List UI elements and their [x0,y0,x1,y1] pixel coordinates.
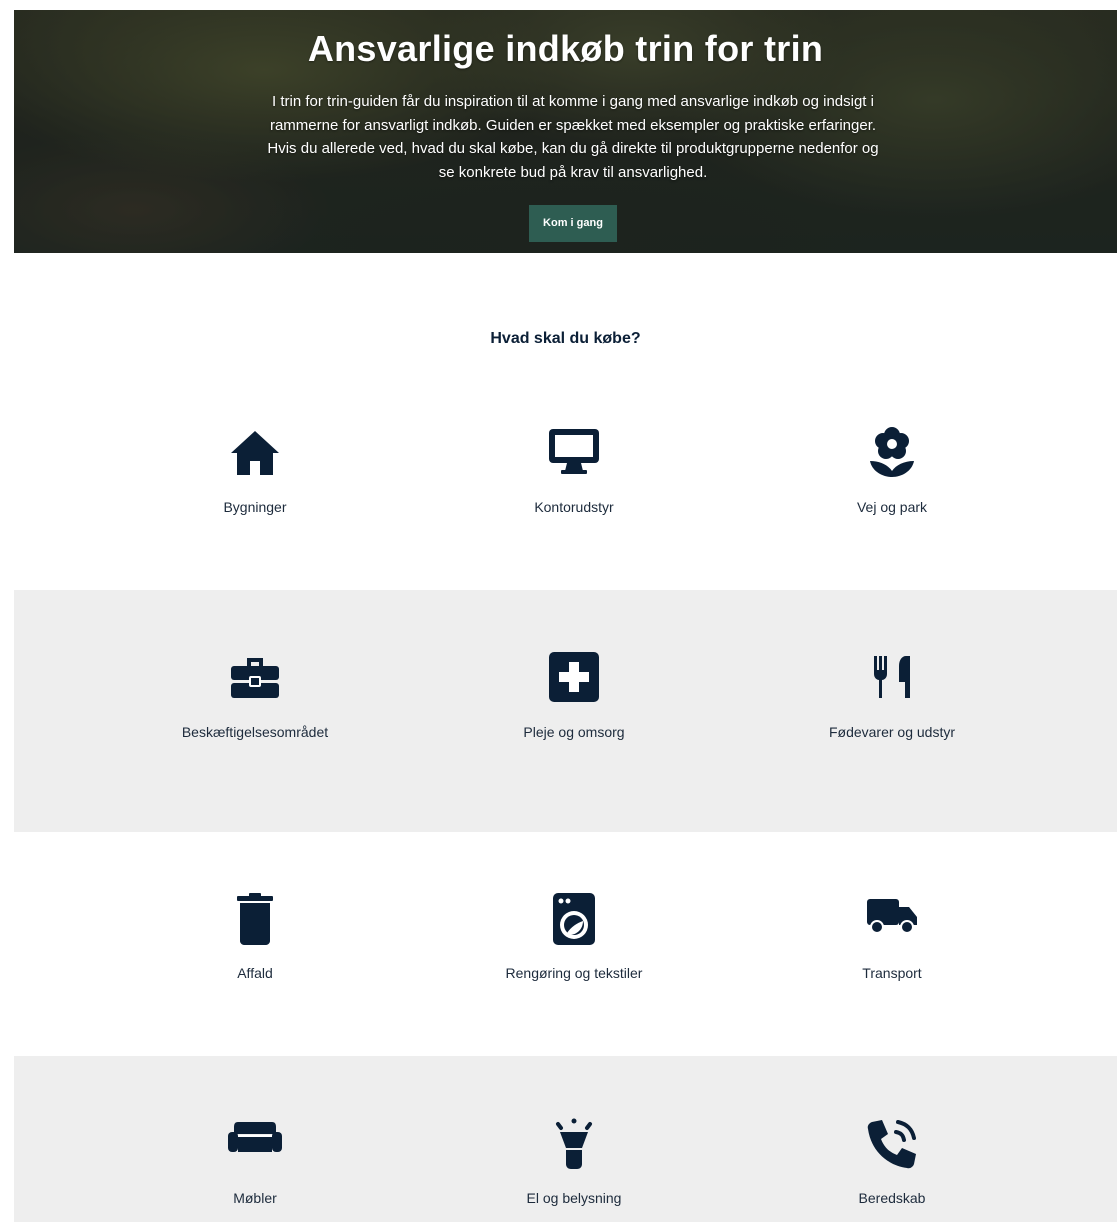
flower-icon [772,427,1012,481]
category-label: Affald [237,965,273,981]
category-label: El og belysning [526,1190,622,1206]
hero-description: I trin for trin-guiden får du inspiratio… [267,93,879,181]
house-icon [135,427,375,481]
category-label: Pleje og omsorg [523,724,625,740]
category-rengoering-og-tekstiler[interactable]: Rengøring og tekstiler [454,893,694,981]
category-kontorudstyr[interactable]: Kontorudstyr [454,427,694,515]
section-title: Hvad skal du købe? [490,330,641,347]
flashlight-icon [454,1118,694,1172]
hero-banner: Ansvarlige indkøb trin for trin I trin f… [14,10,1117,253]
washing-machine-icon [454,893,694,947]
page-left-edge [0,0,14,1222]
category-label: Vej og park [856,499,928,515]
category-label: Fødevarer og udstyr [828,724,956,740]
category-pleje-og-omsorg[interactable]: Pleje og omsorg [454,652,694,740]
phone-volume-icon [772,1118,1012,1172]
category-label: Beredskab [858,1190,926,1206]
category-beskaeftigelsesomraadet[interactable]: Beskæftigelsesområdet [135,652,375,740]
category-el-og-belysning[interactable]: El og belysning [454,1118,694,1206]
couch-icon [135,1118,375,1172]
category-beredskab[interactable]: Beredskab [772,1118,1012,1206]
hero-title: Ansvarlige indkøb trin for trin [307,28,824,69]
toolbox-icon [135,652,375,706]
category-label: Rengøring og tekstiler [505,965,643,981]
category-foedevarer-og-udstyr[interactable]: Fødevarer og udstyr [772,652,1012,740]
category-vej-og-park[interactable]: Vej og park [772,427,1012,515]
category-label: Beskæftigelsesområdet [181,724,329,740]
category-moebler[interactable]: Møbler [135,1118,375,1206]
monitor-icon [454,427,694,481]
truck-icon [772,893,1012,947]
category-band-1 [14,253,1117,590]
get-started-button[interactable]: Kom i gang [529,205,617,242]
category-bygninger[interactable]: Bygninger [135,427,375,515]
category-affald[interactable]: Affald [135,893,375,981]
utensils-icon [772,652,1012,706]
medical-plus-icon [454,652,694,706]
category-transport[interactable]: Transport [772,893,1012,981]
category-label: Transport [862,965,922,981]
trash-can-icon [135,893,375,947]
category-label: Bygninger [223,499,287,515]
category-label: Møbler [233,1190,277,1206]
category-label: Kontorudstyr [534,499,614,515]
